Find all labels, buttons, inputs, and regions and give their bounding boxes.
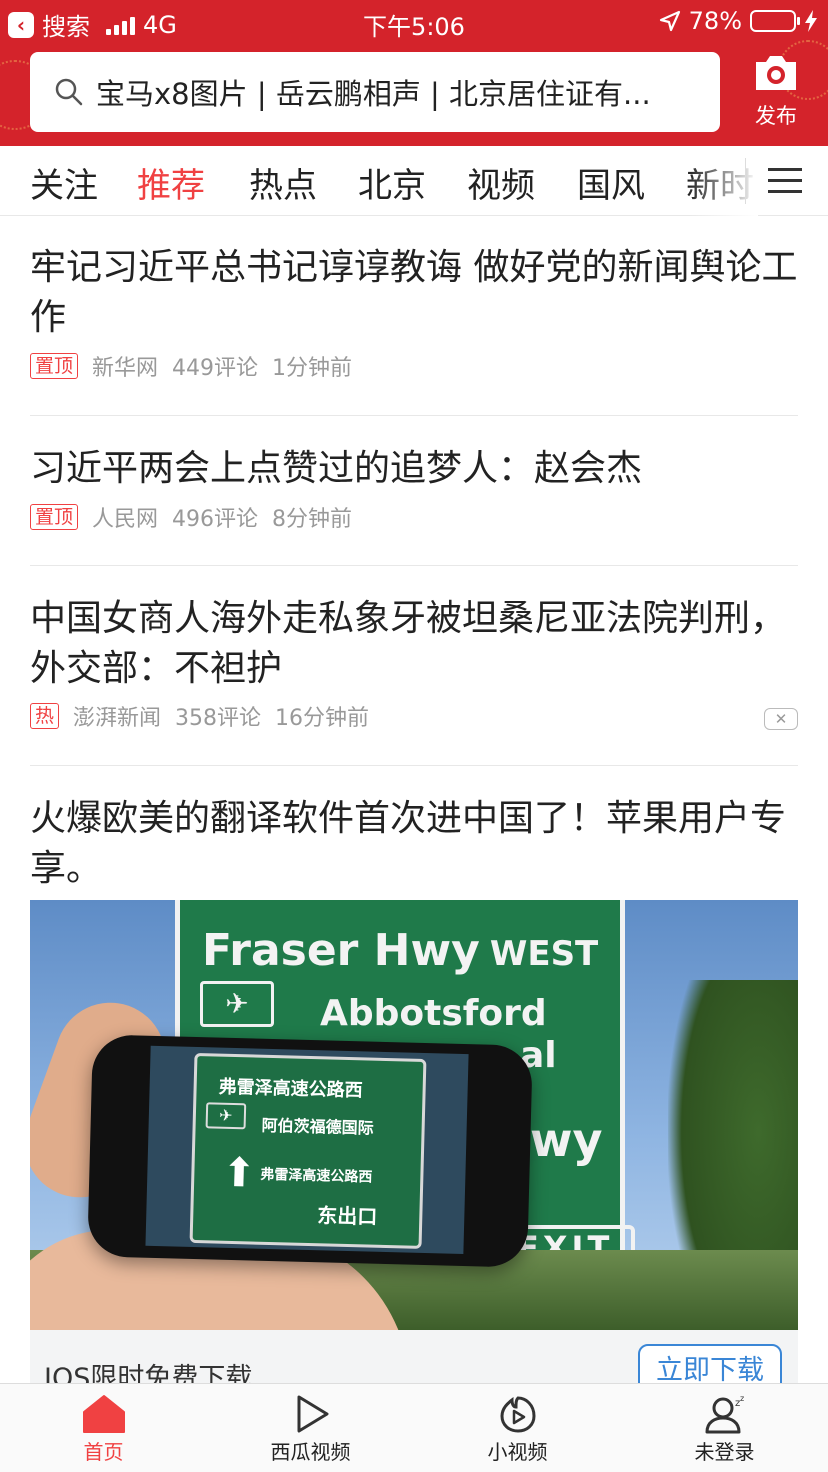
battery-icon <box>750 10 800 32</box>
user-icon: zz <box>705 1394 744 1434</box>
translated-sign: 弗雷泽高速公路西 ✈ 阿伯茨福德国际 ⬆ 弗雷泽高速公路西 东出口 <box>189 1052 427 1249</box>
airplane-icon: ✈ <box>205 1102 247 1130</box>
arrow-up-icon: ⬆ <box>221 1149 257 1197</box>
sign-text: Abbotsford <box>320 993 547 1034</box>
article-time: 16分钟前 <box>275 706 370 731</box>
ad-bar: IOS限时免费下载 立即下载 <box>30 1330 798 1400</box>
nav-label: 首页 <box>83 1440 124 1464</box>
dismiss-close-icon[interactable]: ✕ <box>764 708 798 730</box>
location-arrow-icon <box>659 10 680 32</box>
tab-beijing[interactable]: 北京 <box>358 158 426 207</box>
sign-text: WEST <box>489 934 599 974</box>
ad-item[interactable]: 火爆欧美的翻译软件首次进中国了！苹果用户专享。 Fraser Hwy WEST ✈… <box>30 766 798 1400</box>
comment-count: 449评论 <box>172 356 259 381</box>
tab-guofeng[interactable]: 国风 <box>577 158 645 207</box>
pinned-badge: 置顶 <box>30 353 79 379</box>
pinned-badge: 置顶 <box>30 504 79 530</box>
nav-login[interactable]: zz 未登录 <box>621 1384 828 1472</box>
article-source: 人民网 <box>92 507 159 532</box>
charging-bolt-icon <box>805 10 817 32</box>
comment-count: 358评论 <box>175 706 262 731</box>
hot-badge: 热 <box>30 703 60 729</box>
ad-image[interactable]: Fraser Hwy WEST ✈ Abbotsford al wy EXIT 弗… <box>30 900 798 1330</box>
publish-label: 发布 <box>755 104 797 128</box>
nav-label: 西瓜视频 <box>270 1440 351 1464</box>
camera-icon <box>756 56 796 90</box>
channel-tabs: 关注 推荐 热点 北京 视频 国风 新时 <box>0 146 828 216</box>
article-time: 8分钟前 <box>272 507 353 532</box>
tab-fade <box>688 146 758 216</box>
top-header: ‹ 搜索 4G 下午5:06 78% 宝马x8图片 | 岳云鹏相声 | 北京居住… <box>0 0 828 146</box>
tab-follow[interactable]: 关注 <box>30 158 98 207</box>
translated-text: 弗雷泽高速公路西 <box>218 1076 363 1102</box>
translated-text: 阿伯茨福德国际 <box>261 1115 374 1138</box>
search-suggestions: 宝马x8图片 | 岳云鹏相声 | 北京居住证有... <box>96 77 651 111</box>
status-bar: ‹ 搜索 4G 下午5:06 78% <box>0 0 828 44</box>
nav-xigua-video[interactable]: 西瓜视频 <box>207 1384 414 1472</box>
bottom-nav: 首页 西瓜视频 小视频 zz 未登录 <box>0 1383 828 1472</box>
battery-percent: 78% <box>688 7 742 35</box>
tab-hot[interactable]: 热点 <box>249 158 317 207</box>
airplane-icon: ✈ <box>200 981 274 1027</box>
article-title[interactable]: 习近平两会上点赞过的追梦人：赵会杰 <box>30 416 798 494</box>
article-source: 澎湃新闻 <box>73 706 162 731</box>
phone-screen: 弗雷泽高速公路西 ✈ 阿伯茨福德国际 ⬆ 弗雷泽高速公路西 东出口 <box>145 1045 469 1255</box>
translated-text: 弗雷泽高速公路西 <box>260 1166 373 1186</box>
nav-short-video[interactable]: 小视频 <box>414 1384 621 1472</box>
article-time: 1分钟前 <box>272 356 353 381</box>
sign-text: Fraser Hwy <box>202 925 480 976</box>
nav-label: 未登录 <box>694 1440 755 1464</box>
ad-title[interactable]: 火爆欧美的翻译软件首次进中国了！苹果用户专享。 <box>30 766 798 900</box>
channel-menu-icon[interactable] <box>768 168 802 194</box>
nav-label: 小视频 <box>487 1440 548 1464</box>
article-title[interactable]: 中国女商人海外走私象牙被坦桑尼亚法院判刑，外交部：不袒护 <box>30 566 798 694</box>
news-feed: 牢记习近平总书记谆谆教诲 做好党的新闻舆论工作 置顶 新华网 449评论 1分钟… <box>30 216 798 1400</box>
divider <box>745 158 746 204</box>
search-icon <box>55 78 83 106</box>
tab-video[interactable]: 视频 <box>467 158 535 207</box>
publish-button[interactable]: 发布 <box>748 52 804 130</box>
translated-text: 东出口 <box>317 1203 378 1229</box>
play-icon <box>297 1395 328 1433</box>
phone: 弗雷泽高速公路西 ✈ 阿伯茨福德国际 ⬆ 弗雷泽高速公路西 东出口 <box>87 1034 533 1268</box>
list-item[interactable]: 习近平两会上点赞过的追梦人：赵会杰 置顶 人民网 496评论 8分钟前 <box>30 416 798 566</box>
article-source: 新华网 <box>92 356 159 381</box>
short-video-icon <box>499 1396 536 1433</box>
article-title[interactable]: 牢记习近平总书记谆谆教诲 做好党的新闻舆论工作 <box>30 216 798 343</box>
search-input[interactable]: 宝马x8图片 | 岳云鹏相声 | 北京居住证有... <box>30 52 720 132</box>
home-icon <box>82 1395 125 1433</box>
comment-count: 496评论 <box>172 507 259 532</box>
tab-recommend[interactable]: 推荐 <box>137 158 205 207</box>
list-item[interactable]: 中国女商人海外走私象牙被坦桑尼亚法院判刑，外交部：不袒护 热 澎湃新闻 358评… <box>30 566 798 766</box>
list-item[interactable]: 牢记习近平总书记谆谆教诲 做好党的新闻舆论工作 置顶 新华网 449评论 1分钟… <box>30 216 798 416</box>
nav-home[interactable]: 首页 <box>0 1384 207 1472</box>
sign-text: wy <box>530 1113 603 1167</box>
svg-text:z: z <box>740 1394 744 1403</box>
